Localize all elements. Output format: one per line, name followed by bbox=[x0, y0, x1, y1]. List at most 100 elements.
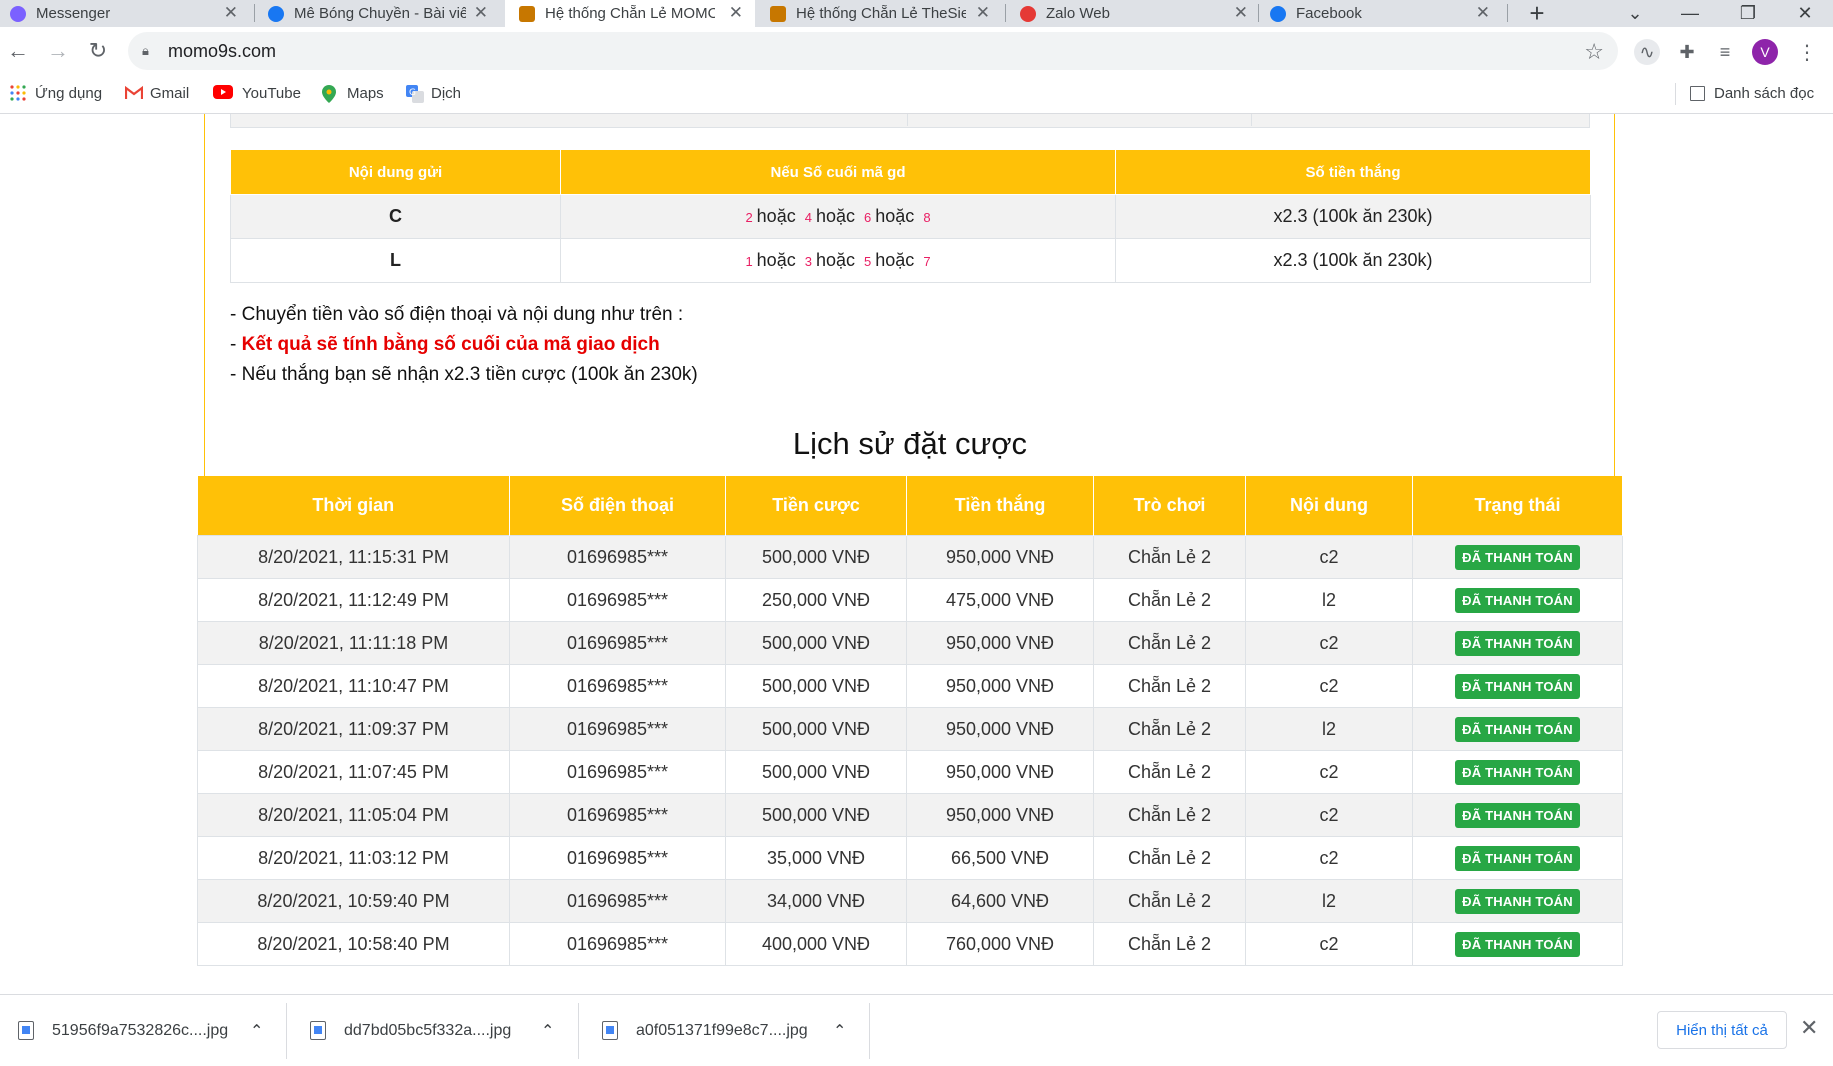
payment-status: ĐÃ THANH TOÁN bbox=[1412, 707, 1623, 751]
game-name: Chẵn Lẻ 2 bbox=[1093, 535, 1246, 579]
rule-digit: 8 bbox=[923, 210, 931, 225]
tab-label: Hệ thống Chẵn Lẻ MOMO bbox=[545, 5, 715, 22]
download-item[interactable]: a0f051371f99e8c7....jpg bbox=[602, 995, 808, 1066]
bet-amount: 500,000 VNĐ bbox=[725, 535, 907, 579]
game-name: Chẵn Lẻ 2 bbox=[1093, 836, 1246, 880]
history-table: Thời gian Số điện thoại Tiền cược Tiền t… bbox=[197, 476, 1623, 966]
reload-icon[interactable]: ↻ bbox=[86, 38, 110, 63]
rules-header: Nếu Số cuối mã gd bbox=[560, 149, 1116, 195]
avatar[interactable]: V bbox=[1752, 39, 1778, 65]
chevron-up-icon[interactable]: ⌃ bbox=[541, 995, 554, 1066]
rule-digits: 1 hoặc 3 hoặc 5 hoặc 7 bbox=[560, 238, 1116, 283]
tab-messenger[interactable]: Messenger ✕ bbox=[10, 0, 250, 27]
tab-zalo-web[interactable]: Zalo Web ✕ bbox=[1020, 0, 1260, 27]
new-tab-button[interactable]: + bbox=[1517, 0, 1557, 28]
win-amount: 475,000 VNĐ bbox=[906, 578, 1094, 622]
close-downloads-icon[interactable]: ✕ bbox=[1800, 1015, 1818, 1041]
bookmark-label: Ứng dụng bbox=[35, 84, 103, 102]
tab-divider bbox=[254, 4, 255, 22]
phone-number: 01696985*** bbox=[509, 922, 726, 966]
rules-table: Nội dung gửi Nếu Số cuối mã gd Số tiền t… bbox=[230, 149, 1591, 283]
close-icon[interactable]: ✕ bbox=[224, 4, 238, 22]
rules-header-row: Nội dung gửi Nếu Số cuối mã gd Số tiền t… bbox=[230, 149, 1591, 195]
table-row: 8/20/2021, 10:58:40 PM 01696985*** 400,000… bbox=[197, 922, 1623, 966]
close-icon[interactable]: ✕ bbox=[976, 4, 990, 22]
bet-time: 8/20/2021, 11:03:12 PM bbox=[197, 836, 510, 880]
or-word: hoặc bbox=[875, 250, 915, 270]
rules-header: Số tiền thắng bbox=[1115, 149, 1591, 195]
image-file-icon bbox=[310, 1021, 326, 1040]
bookmark-gmail[interactable]: Gmail bbox=[124, 81, 189, 105]
window-close-icon[interactable]: ✕ bbox=[1785, 0, 1825, 27]
extension-icon[interactable]: ∿ bbox=[1634, 39, 1660, 65]
payment-status: ĐÃ THANH TOÁN bbox=[1412, 535, 1623, 579]
tab-label: Messenger bbox=[36, 5, 111, 22]
phone-number: 01696985*** bbox=[509, 793, 726, 837]
bet-content: l2 bbox=[1245, 707, 1413, 751]
menu-icon[interactable]: ⋮ bbox=[1794, 39, 1820, 65]
minimize-icon[interactable]: — bbox=[1670, 0, 1710, 27]
bookmark-translate[interactable]: G Dịch bbox=[406, 81, 461, 105]
reading-list-button[interactable]: Danh sách đọc bbox=[1690, 81, 1814, 105]
media-control-icon[interactable]: ≡ bbox=[1712, 39, 1738, 65]
bet-time: 8/20/2021, 11:12:49 PM bbox=[197, 578, 510, 622]
download-item[interactable]: dd7bd05bc5f332a....jpg bbox=[310, 995, 511, 1066]
tab-facebook[interactable]: Facebook ✕ bbox=[1270, 0, 1502, 27]
youtube-icon bbox=[213, 85, 233, 101]
table-row: 8/20/2021, 11:07:45 PM 01696985*** 500,000… bbox=[197, 750, 1623, 794]
tab-label: Mê Bóng Chuyền - Bài viế bbox=[294, 5, 466, 22]
bet-time: 8/20/2021, 11:15:31 PM bbox=[197, 535, 510, 579]
lock-icon: 🔒︎ bbox=[142, 43, 149, 58]
close-icon[interactable]: ✕ bbox=[1234, 4, 1248, 22]
win-amount: 760,000 VNĐ bbox=[906, 922, 1094, 966]
close-icon[interactable]: ✕ bbox=[1476, 4, 1490, 22]
messenger-icon bbox=[10, 5, 26, 22]
game-name: Chẵn Lẻ 2 bbox=[1093, 793, 1246, 837]
phone-number: 01696985*** bbox=[509, 836, 726, 880]
win-amount: 950,000 VNĐ bbox=[906, 707, 1094, 751]
tab-he-thong-thesieu[interactable]: Hệ thống Chẵn Lẻ TheSie ✕ bbox=[770, 0, 1002, 27]
tab-he-thong-momo[interactable]: Hệ thống Chẵn Lẻ MOMO ✕ bbox=[505, 0, 755, 27]
rule-payout: x2.3 (100k ăn 230k) bbox=[1115, 194, 1591, 239]
extensions-puzzle-icon[interactable]: ✚ bbox=[1674, 39, 1700, 65]
show-all-downloads-button[interactable]: Hiển thị tất cả bbox=[1657, 1011, 1787, 1049]
status-badge: ĐÃ THANH TOÁN bbox=[1455, 759, 1580, 785]
payment-status: ĐÃ THANH TOÁN bbox=[1412, 922, 1623, 966]
restore-icon[interactable]: ❐ bbox=[1728, 0, 1768, 27]
download-item[interactable]: 51956f9a7532826c....jpg bbox=[18, 995, 228, 1066]
tab-search-icon[interactable]: ⌄ bbox=[1615, 0, 1655, 27]
table-cell-divider bbox=[1251, 114, 1252, 126]
forward-icon[interactable]: → bbox=[46, 38, 70, 63]
column-header: Số điện thoại bbox=[509, 476, 726, 536]
table-row: 8/20/2021, 10:59:40 PM 01696985*** 34,000 … bbox=[197, 879, 1623, 923]
tab-divider bbox=[1258, 4, 1259, 22]
bookmark-maps[interactable]: Maps bbox=[322, 81, 384, 105]
bookmark-youtube[interactable]: YouTube bbox=[213, 81, 301, 105]
bet-content: c2 bbox=[1245, 793, 1413, 837]
tab-divider bbox=[1507, 4, 1508, 22]
chevron-up-icon[interactable]: ⌃ bbox=[250, 995, 263, 1066]
url-text[interactable]: momo9s.com bbox=[168, 41, 276, 62]
back-icon[interactable]: ← bbox=[6, 38, 30, 63]
bet-amount: 500,000 VNĐ bbox=[725, 793, 907, 837]
game-name: Chẵn Lẻ 2 bbox=[1093, 621, 1246, 665]
rule-digit: 7 bbox=[923, 254, 931, 269]
bookmark-star-icon[interactable]: ☆ bbox=[1584, 39, 1604, 65]
bet-content: c2 bbox=[1245, 836, 1413, 880]
bet-amount: 500,000 VNĐ bbox=[725, 664, 907, 708]
bookmark-apps[interactable]: Ứng dụng bbox=[10, 81, 102, 105]
address-bar[interactable]: 🔒︎ momo9s.com ☆ bbox=[128, 32, 1618, 70]
chevron-up-icon[interactable]: ⌃ bbox=[833, 995, 846, 1066]
status-badge: ĐÃ THANH TOÁN bbox=[1455, 587, 1580, 613]
tab-me-bong-chuyen[interactable]: Mê Bóng Chuyền - Bài viế ✕ bbox=[268, 0, 500, 27]
column-header: Nội dung bbox=[1245, 476, 1413, 536]
bet-content: c2 bbox=[1245, 664, 1413, 708]
reading-list-label: Danh sách đọc bbox=[1714, 84, 1815, 102]
instruction-line: - Chuyển tiền vào số điện thoại và nội d… bbox=[230, 304, 684, 325]
rule-digit: 3 bbox=[804, 254, 812, 269]
download-filename: dd7bd05bc5f332a....jpg bbox=[344, 1021, 512, 1039]
close-icon[interactable]: ✕ bbox=[729, 4, 743, 22]
close-icon[interactable]: ✕ bbox=[474, 4, 488, 22]
or-word: hoặc bbox=[756, 206, 796, 226]
rule-payout: x2.3 (100k ăn 230k) bbox=[1115, 238, 1591, 283]
